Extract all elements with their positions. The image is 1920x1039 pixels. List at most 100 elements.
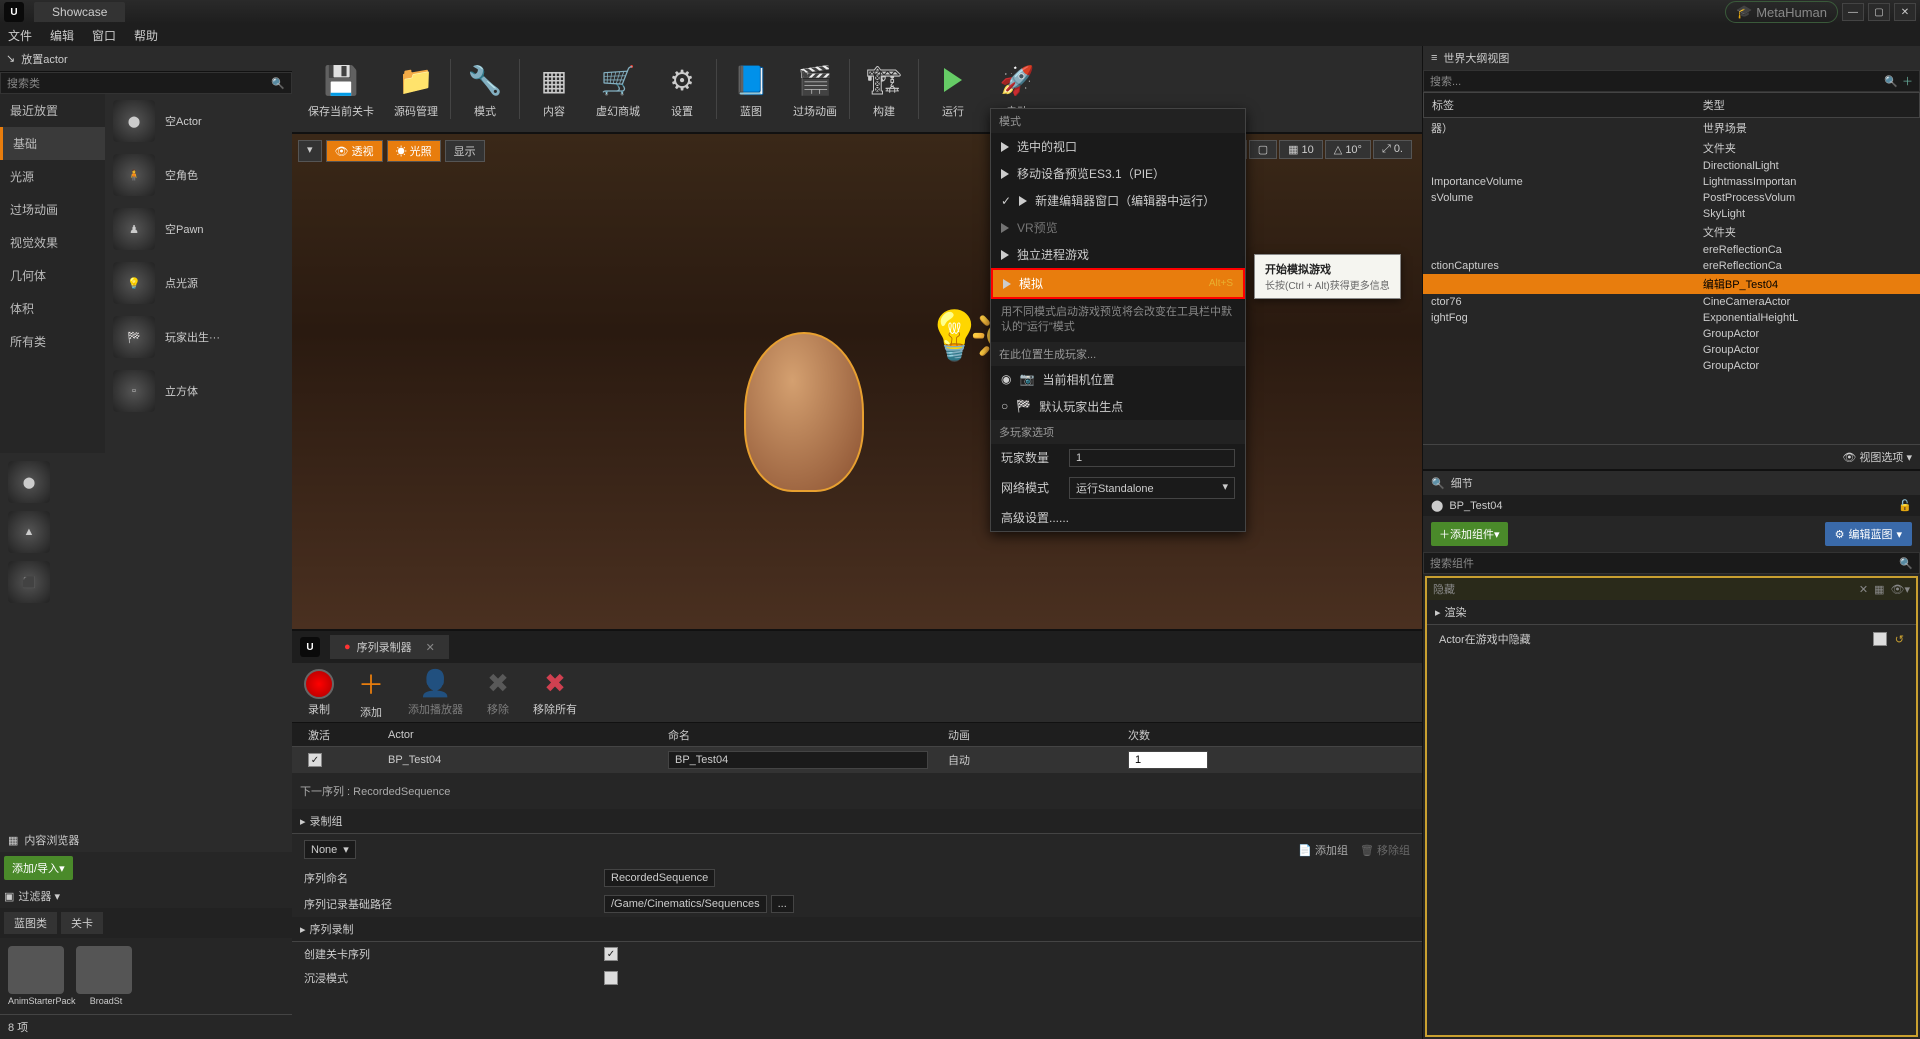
tool-source[interactable]: 📁源码管理: [386, 55, 446, 123]
actor-empty-actor[interactable]: ⬤空Actor: [105, 94, 292, 148]
seq-name-field[interactable]: RecordedSequence: [604, 869, 715, 887]
outliner-row[interactable]: ightFogExponentialHeightL: [1423, 310, 1920, 326]
vp-surface[interactable]: ▢: [1249, 140, 1277, 159]
menu-camera-location[interactable]: ◉📷当前相机位置: [991, 366, 1245, 393]
outliner-search[interactable]: 搜索... 🔍 ＋: [1423, 70, 1920, 92]
lock-icon[interactable]: 🔓: [1898, 499, 1912, 512]
actor-hidden-checkbox[interactable]: [1873, 632, 1887, 646]
folder-animstarter[interactable]: AnimStarterPack: [8, 946, 68, 1006]
add-import-button[interactable]: 添加/导入 ▾: [4, 856, 73, 880]
actor-cube[interactable]: ▫立方体: [105, 364, 292, 418]
vp-grid-snap[interactable]: ▦ 10: [1279, 140, 1323, 159]
actor-empty-pawn[interactable]: ♟空Pawn: [105, 202, 292, 256]
vp-show[interactable]: 显示: [445, 140, 485, 162]
cat-all[interactable]: 所有类: [0, 325, 105, 358]
count-input[interactable]: [1128, 751, 1208, 769]
filter-icon[interactable]: ▣: [4, 890, 14, 903]
actor-player-start[interactable]: 🏁玩家出生···: [105, 310, 292, 364]
add-icon[interactable]: ＋: [1902, 73, 1913, 89]
record-group-section[interactable]: ▸ 录制组: [292, 809, 1422, 834]
tool-build[interactable]: 🏗构建: [854, 55, 914, 123]
add-component-button[interactable]: ＋ 添加组件 ▾: [1431, 522, 1508, 546]
seq-remove-all-button[interactable]: ✖移除所有: [533, 668, 577, 717]
cb-tab-blueprint[interactable]: 蓝图类: [4, 912, 57, 934]
reset-icon[interactable]: ↺: [1895, 633, 1904, 646]
vp-perspective[interactable]: 👁 透视: [326, 140, 383, 162]
tool-settings[interactable]: ⚙设置: [652, 55, 712, 123]
outliner-row[interactable]: 文件夹: [1423, 222, 1920, 242]
seq-recording-section[interactable]: ▸ 序列录制: [292, 917, 1422, 942]
menu-window[interactable]: 窗口: [92, 27, 116, 44]
actor-empty-character[interactable]: 🧍空角色: [105, 148, 292, 202]
tool-marketplace[interactable]: 🛒虚幻商城: [588, 55, 648, 123]
minimize-button[interactable]: —: [1842, 3, 1864, 21]
clear-icon[interactable]: ✕: [1859, 583, 1868, 596]
component-search[interactable]: 搜索组件 🔍: [1423, 552, 1920, 574]
menu-new-editor-window[interactable]: ✓新建编辑器窗口（编辑器中运行）: [991, 187, 1245, 214]
net-mode-dropdown[interactable]: 运行Standalone▾: [1069, 477, 1235, 499]
add-group-button[interactable]: 📄 添加组: [1298, 842, 1348, 858]
grid-icon[interactable]: ▦: [1874, 583, 1884, 596]
browse-button[interactable]: ...: [771, 895, 794, 913]
tool-play[interactable]: 运行: [923, 55, 983, 123]
cat-cinematic[interactable]: 过场动画: [0, 193, 105, 226]
outliner-row[interactable]: 编辑BP_Test04: [1423, 274, 1920, 294]
cat-lights[interactable]: 光源: [0, 160, 105, 193]
tool-cinematic[interactable]: 🎬过场动画: [785, 55, 845, 123]
vp-lighting[interactable]: ☀ 光照: [387, 140, 441, 162]
tool-content[interactable]: ▦内容: [524, 55, 584, 123]
shape-cylinder-icon[interactable]: ⬛: [8, 561, 50, 603]
seq-add-player-button[interactable]: 👤添加播放器: [408, 668, 463, 717]
outliner-row[interactable]: ereReflectionCa: [1423, 242, 1920, 258]
vp-scale-snap[interactable]: ⤢ 0.: [1373, 140, 1412, 159]
seq-path-field[interactable]: /Game/Cinematics/Sequences: [604, 895, 767, 913]
cat-geometry[interactable]: 几何体: [0, 259, 105, 292]
seq-name-input[interactable]: [668, 751, 928, 769]
menu-file[interactable]: 文件: [8, 27, 32, 44]
render-section[interactable]: ▸ 渲染: [1427, 600, 1916, 625]
seq-record-button[interactable]: 录制: [304, 669, 334, 717]
outliner-row[interactable]: ctor76CineCameraActor: [1423, 294, 1920, 310]
shape-sphere-icon[interactable]: ⬤: [8, 461, 50, 503]
active-checkbox[interactable]: ✓: [308, 753, 322, 767]
immersive-checkbox[interactable]: [604, 971, 618, 985]
outliner-row[interactable]: ImportanceVolumeLightmassImportan: [1423, 174, 1920, 190]
seq-add-button[interactable]: ＋添加: [358, 665, 384, 720]
player-count-input[interactable]: [1069, 449, 1235, 467]
create-level-seq-checkbox[interactable]: ✓: [604, 947, 618, 961]
viewport[interactable]: ▾ 👁 透视 ☀ 光照 显示 ✥ 🌐 ▢ ▦ 10 △ 10° ⤢ 0. 💡 🔆: [292, 134, 1422, 629]
outliner-row[interactable]: GroupActor: [1423, 326, 1920, 342]
hidden-filter-input[interactable]: 隐藏 ✕ ▦ 👁▾: [1427, 578, 1916, 600]
tool-mode[interactable]: 🔧模式: [455, 55, 515, 123]
cat-basic[interactable]: 基础: [0, 127, 105, 160]
cat-volumes[interactable]: 体积: [0, 292, 105, 325]
seq-remove-button[interactable]: ✖移除: [487, 668, 509, 717]
folder-broad[interactable]: BroadSt: [76, 946, 136, 1006]
outliner-row[interactable]: SkyLight: [1423, 206, 1920, 222]
tool-save[interactable]: 💾保存当前关卡: [300, 55, 382, 123]
outliner-row[interactable]: DirectionalLight: [1423, 158, 1920, 174]
eye-icon[interactable]: 👁▾: [1891, 583, 1911, 596]
menu-standalone[interactable]: 独立进程游戏: [991, 241, 1245, 268]
outliner-row[interactable]: GroupActor: [1423, 342, 1920, 358]
seq-row[interactable]: ✓ BP_Test04 自动: [292, 747, 1422, 773]
cat-recent[interactable]: 最近放置: [0, 94, 105, 127]
edit-blueprint-button[interactable]: ⚙ 编辑蓝图 ▾: [1825, 522, 1912, 546]
maximize-button[interactable]: ▢: [1868, 3, 1890, 21]
cat-visual-fx[interactable]: 视觉效果: [0, 226, 105, 259]
outliner-row[interactable]: 文件夹: [1423, 138, 1920, 158]
vp-menu[interactable]: ▾: [298, 140, 322, 162]
menu-vr-preview[interactable]: VR预览: [991, 214, 1245, 241]
remove-group-button[interactable]: 🗑 移除组: [1360, 842, 1410, 858]
close-button[interactable]: ✕: [1894, 3, 1916, 21]
shape-cone-icon[interactable]: ▲: [8, 511, 50, 553]
cb-tab-level[interactable]: 关卡: [61, 912, 103, 934]
close-tab-icon[interactable]: ✕: [426, 641, 435, 654]
vp-angle-snap[interactable]: △ 10°: [1325, 140, 1371, 159]
place-actor-search[interactable]: 搜索类 🔍: [0, 72, 292, 94]
seq-recorder-tab[interactable]: ● 序列录制器 ✕: [330, 635, 449, 659]
tab-showcase[interactable]: Showcase: [34, 2, 125, 22]
filter-button[interactable]: 过滤器 ▾: [18, 888, 60, 904]
menu-default-start[interactable]: ○🏁默认玩家出生点: [991, 393, 1245, 420]
outliner-row[interactable]: sVolumePostProcessVolum: [1423, 190, 1920, 206]
